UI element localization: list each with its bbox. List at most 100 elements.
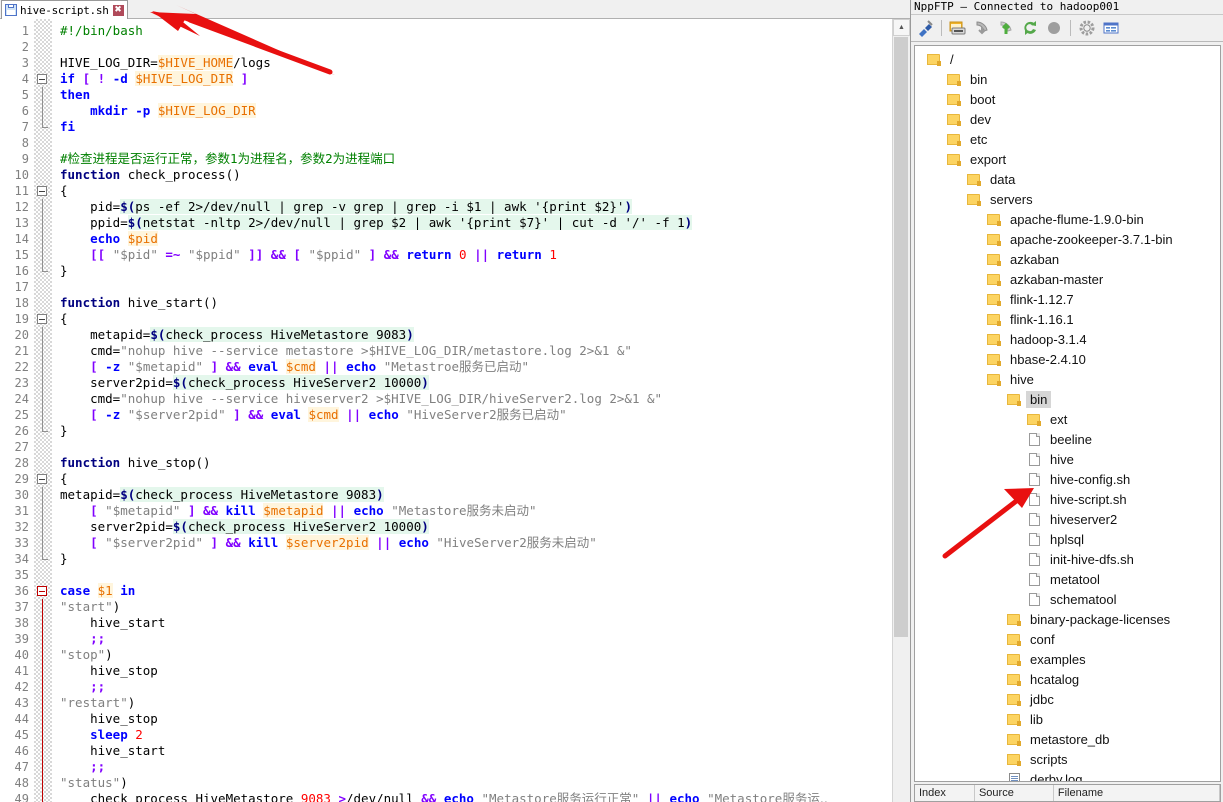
fold-cell[interactable] — [34, 471, 52, 487]
tree-folder-hcatalog[interactable]: hcatalog — [915, 670, 1220, 690]
scroll-thumb[interactable] — [894, 37, 908, 637]
tree-file-hive-config-sh[interactable]: hive-config.sh — [915, 470, 1220, 490]
code-line[interactable] — [52, 567, 910, 583]
code-line[interactable]: ppid=$(netstat -nltp 2>/dev/null | grep … — [52, 215, 910, 231]
tree-file-schematool[interactable]: schematool — [915, 590, 1220, 610]
tree-file-hiveserver2[interactable]: hiveserver2 — [915, 510, 1220, 530]
scroll-up-button[interactable]: ▲ — [893, 19, 910, 36]
code-line[interactable]: { — [52, 311, 910, 327]
tree-folder-hadoop-3-1-4[interactable]: hadoop-3.1.4 — [915, 330, 1220, 350]
fold-toggle-icon[interactable] — [37, 186, 47, 196]
tree-file-derby-log[interactable]: derby.log — [915, 770, 1220, 782]
tree-folder-binary-package-licenses[interactable]: binary-package-licenses — [915, 610, 1220, 630]
tree-folder-servers[interactable]: servers — [915, 190, 1220, 210]
column-header-filename[interactable]: Filename — [1053, 785, 1220, 801]
code-line[interactable]: case $1 in — [52, 583, 910, 599]
fold-margin[interactable] — [34, 19, 52, 802]
code-line[interactable]: fi — [52, 119, 910, 135]
fold-cell[interactable] — [34, 583, 52, 599]
code-line[interactable]: hive_start — [52, 615, 910, 631]
tree-folder-boot[interactable]: boot — [915, 90, 1220, 110]
code-line[interactable]: } — [52, 263, 910, 279]
code-line[interactable]: ;; — [52, 631, 910, 647]
abort-icon[interactable] — [1044, 18, 1064, 38]
tree-folder-export[interactable]: export — [915, 150, 1220, 170]
code-text[interactable]: #!/bin/bash HIVE_LOG_DIR=$HIVE_HOME/logs… — [52, 19, 910, 802]
code-line[interactable]: { — [52, 471, 910, 487]
code-line[interactable]: pid=$(ps -ef 2>/dev/null | grep -v grep … — [52, 199, 910, 215]
code-line[interactable]: cmd="nohup hive --service hiveserver2 >$… — [52, 391, 910, 407]
tree-folder-conf[interactable]: conf — [915, 630, 1220, 650]
code-line[interactable]: cmd="nohup hive --service metastore >$HI… — [52, 343, 910, 359]
fold-toggle-icon[interactable] — [37, 74, 47, 84]
code-line[interactable]: } — [52, 423, 910, 439]
tree-folder-bin[interactable]: bin — [915, 70, 1220, 90]
tree-folder-hbase-2-4-10[interactable]: hbase-2.4.10 — [915, 350, 1220, 370]
download-icon[interactable] — [972, 18, 992, 38]
tree-folder-metastore-db[interactable]: metastore_db — [915, 730, 1220, 750]
code-line[interactable]: server2pid=$(check_process HiveServer2 1… — [52, 519, 910, 535]
code-line[interactable]: } — [52, 551, 910, 567]
remote-file-tree[interactable]: / bin boot dev etc export data servers apache-fl… — [914, 44, 1221, 783]
tree-folder-apache-flume-1-9-0-bin[interactable]: apache-flume-1.9.0-bin — [915, 210, 1220, 230]
code-line[interactable] — [52, 39, 910, 55]
code-line[interactable]: "restart") — [52, 695, 910, 711]
tree-folder-jdbc[interactable]: jdbc — [915, 690, 1220, 710]
fold-toggle-icon[interactable] — [37, 314, 47, 324]
fold-cell[interactable] — [34, 71, 52, 87]
code-line[interactable] — [52, 439, 910, 455]
code-line[interactable]: if [ ! -d $HIVE_LOG_DIR ] — [52, 71, 910, 87]
tree-folder-data[interactable]: data — [915, 170, 1220, 190]
editor-vertical-scrollbar[interactable]: ▲ — [892, 19, 910, 802]
tree-folder-flink-1-12-7[interactable]: flink-1.12.7 — [915, 290, 1220, 310]
code-area[interactable]: 1 2 3 4 5 6 7 8 9 10 11 12 13 14 15 16 17 18 19 20 21 22 23 24 2… — [0, 19, 910, 802]
code-line[interactable]: metapid=$(check_process HiveMetastore 90… — [52, 487, 910, 503]
tree-file-metatool[interactable]: metatool — [915, 570, 1220, 590]
code-line[interactable]: function hive_start() — [52, 295, 910, 311]
tree-folder-examples[interactable]: examples — [915, 650, 1220, 670]
tab-hive-script-sh[interactable]: hive-script.sh ✖ — [1, 0, 128, 19]
close-icon[interactable]: ✖ — [112, 4, 124, 16]
tree-file-init-hive-dfs-sh[interactable]: init-hive-dfs.sh — [915, 550, 1220, 570]
code-line[interactable]: [ "$server2pid" ] && kill $server2pid ||… — [52, 535, 910, 551]
column-header-index[interactable]: Index — [915, 785, 975, 801]
code-line[interactable]: function check_process() — [52, 167, 910, 183]
code-line[interactable]: [ "$metapid" ] && kill $metapid || echo … — [52, 503, 910, 519]
fold-cell[interactable] — [34, 183, 52, 199]
code-line[interactable]: "start") — [52, 599, 910, 615]
code-line[interactable]: { — [52, 183, 910, 199]
fold-toggle-icon[interactable] — [37, 474, 47, 484]
code-line[interactable]: "stop") — [52, 647, 910, 663]
connect-icon[interactable] — [915, 18, 935, 38]
tree-folder-etc[interactable]: etc — [915, 130, 1220, 150]
tree-folder-hive[interactable]: hive — [915, 370, 1220, 390]
code-line[interactable]: hive_stop — [52, 711, 910, 727]
tree-file-hplsql[interactable]: hplsql — [915, 530, 1220, 550]
column-header-source[interactable]: Source — [974, 785, 1054, 801]
code-line[interactable]: [ -z "$server2pid" ] && eval $cmd || ech… — [52, 407, 910, 423]
tree-folder-ext[interactable]: ext — [915, 410, 1220, 430]
code-line[interactable]: function hive_stop() — [52, 455, 910, 471]
tree-folder-dev[interactable]: dev — [915, 110, 1220, 130]
code-line[interactable]: sleep 2 — [52, 727, 910, 743]
refresh-icon[interactable] — [1020, 18, 1040, 38]
tree-folder-apache-zookeeper-3-7-1-bin[interactable]: apache-zookeeper-3.7.1-bin — [915, 230, 1220, 250]
tree-folder-scripts[interactable]: scripts — [915, 750, 1220, 770]
upload-icon[interactable] — [996, 18, 1016, 38]
code-line[interactable]: ;; — [52, 679, 910, 695]
code-line[interactable]: metapid=$(check_process HiveMetastore 90… — [52, 327, 910, 343]
fold-toggle-icon[interactable] — [37, 586, 47, 596]
fold-cell[interactable] — [34, 311, 52, 327]
code-line[interactable]: then — [52, 87, 910, 103]
code-line[interactable]: "status") — [52, 775, 910, 791]
tree-folder-bin[interactable]: bin — [915, 390, 1220, 410]
code-line[interactable]: mkdir -p $HIVE_LOG_DIR — [52, 103, 910, 119]
code-line[interactable]: #!/bin/bash — [52, 23, 910, 39]
code-line[interactable]: server2pid=$(check_process HiveServer2 1… — [52, 375, 910, 391]
tree-folder-lib[interactable]: lib — [915, 710, 1220, 730]
code-line[interactable]: #检查进程是否运行正常，参数1为进程名，参数2为进程端口 — [52, 151, 910, 167]
code-line[interactable]: echo $pid — [52, 231, 910, 247]
code-line[interactable]: hive_stop — [52, 663, 910, 679]
tree-folder-flink-1-16-1[interactable]: flink-1.16.1 — [915, 310, 1220, 330]
code-line[interactable]: HIVE_LOG_DIR=$HIVE_HOME/logs — [52, 55, 910, 71]
